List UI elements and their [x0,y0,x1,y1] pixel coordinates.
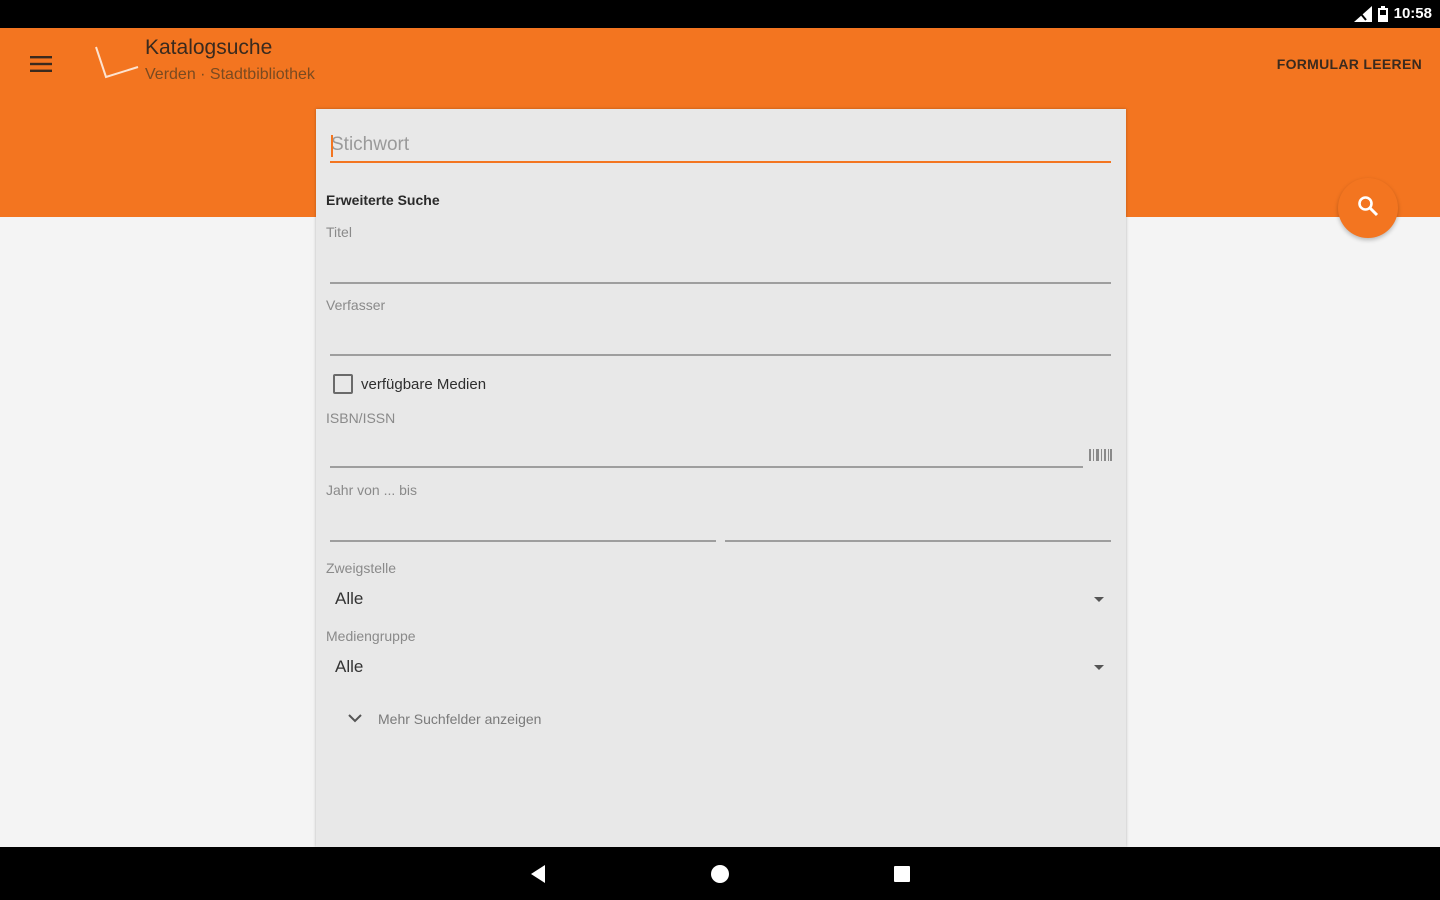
chevron-down-icon [348,710,362,728]
keyword-field[interactable] [330,131,1111,163]
show-more-fields-button[interactable]: Mehr Suchfelder anzeigen [348,710,541,728]
branch-select[interactable]: Alle [334,585,1104,615]
signal-icon [1353,5,1372,22]
clear-form-button[interactable]: FORMULAR LEEREN [1277,56,1422,72]
battery-icon [1377,5,1388,22]
media-group-select[interactable]: Alle [334,653,1104,683]
advanced-search-heading: Erweiterte Suche [326,192,440,208]
recents-icon[interactable] [889,861,915,887]
dropdown-arrow-icon [1094,665,1104,670]
search-icon [1357,195,1379,222]
year-from-input[interactable] [330,540,716,542]
library-logo-icon [92,43,142,83]
back-icon[interactable] [525,861,551,887]
app-subtitle: Verden · Stadtbibliothek [145,66,315,83]
keyword-input[interactable] [330,131,1111,159]
barcode-icon[interactable] [1088,447,1114,463]
isbn-label: ISBN/ISSN [326,410,396,426]
year-label: Jahr von ... bis [326,482,418,498]
title-input[interactable] [330,282,1111,284]
isbn-input[interactable] [330,466,1083,468]
search-form-card: Erweiterte Suche Titel Verfasser verfügb… [316,109,1126,847]
available-media-checkbox[interactable]: verfügbare Medien [333,374,486,394]
app-title: Katalogsuche [145,36,273,59]
status-time: 10:58 [1393,5,1432,22]
home-icon[interactable] [707,861,733,887]
title-label: Titel [326,224,352,240]
text-cursor [331,135,333,157]
dropdown-arrow-icon [1094,597,1104,602]
hamburger-menu-icon[interactable] [22,48,60,80]
status-bar: 10:58 [0,0,1440,28]
media-group-label: Mediengruppe [326,628,416,644]
author-label: Verfasser [326,297,386,313]
branch-value: Alle [335,589,364,608]
search-fab-button[interactable] [1338,178,1398,238]
year-to-input[interactable] [725,540,1111,542]
navigation-bar [0,847,1440,900]
show-more-fields-label: Mehr Suchfelder anzeigen [378,711,542,727]
available-media-label: verfügbare Medien [361,375,487,393]
media-group-value: Alle [335,657,364,676]
checkbox-box[interactable] [333,374,353,394]
branch-label: Zweigstelle [326,560,397,576]
author-input[interactable] [330,354,1111,356]
